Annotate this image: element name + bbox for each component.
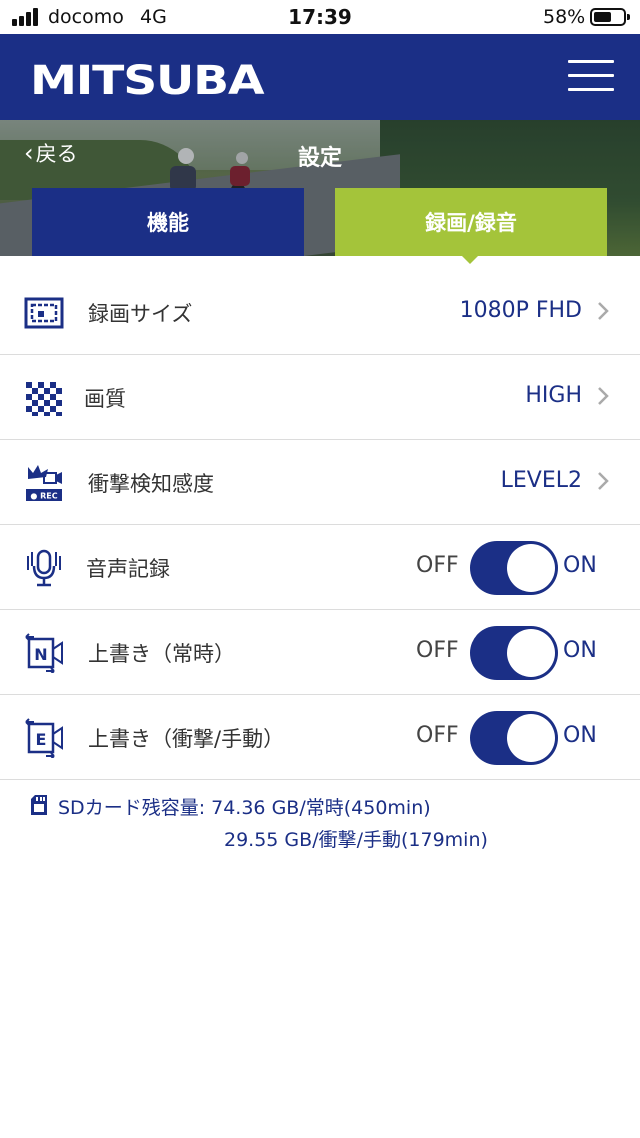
recording-size-label: 録画サイズ [88, 302, 193, 326]
tab-functions[interactable]: 機能 [32, 188, 304, 256]
sd-remaining-line-event: 29.55 GB/衝撃/手動(179min) [224, 829, 488, 851]
toggle-on-label: ON [563, 638, 597, 663]
audio-recording-label: 音声記録 [86, 557, 170, 581]
overwrite-normal-icon: N [25, 633, 63, 673]
overwrite-event-icon: E [25, 718, 63, 758]
impact-rec-icon-text: ● REC [30, 492, 57, 501]
toggle-on-label: ON [563, 553, 597, 578]
impact-rec-icon: ● REC [26, 465, 62, 501]
microphone-icon [27, 549, 61, 587]
setting-row-impact-sensitivity[interactable]: ● REC 衝撃検知感度 LEVEL2 [0, 440, 640, 525]
impact-sensitivity-value: LEVEL2 [500, 468, 582, 493]
sd-remaining-line-normal: SDカード残容量: 74.36 GB/常時(450min) [58, 797, 431, 819]
tab-recording[interactable]: 録画/録音 [335, 188, 607, 256]
overwrite-normal-label: 上書き（常時） [88, 642, 235, 666]
overwrite-event-toggle[interactable] [470, 711, 558, 765]
toggle-off-label: OFF [416, 553, 459, 578]
toggle-off-label: OFF [416, 638, 459, 663]
svg-text:N: N [34, 645, 47, 664]
overwrite-event-label: 上書き（衝撃/手動） [88, 727, 285, 751]
setting-row-overwrite-event: E 上書き（衝撃/手動） OFF ON [0, 695, 640, 780]
chevron-right-icon [598, 302, 609, 320]
toggle-off-label: OFF [416, 723, 459, 748]
status-bar: docomo 4G 17:39 58% [0, 0, 640, 34]
active-tab-indicator [461, 255, 479, 264]
toggle-knob [507, 629, 555, 677]
mitsuba-logo: MITSUBA [30, 58, 264, 104]
svg-text:E: E [36, 730, 47, 749]
checkerboard-quality-icon [26, 382, 62, 416]
battery-icon [590, 8, 630, 26]
app-header: MITSUBA [0, 34, 640, 120]
quality-label: 画質 [84, 387, 126, 411]
battery-percent: 58% [543, 6, 586, 28]
sd-card-icon [31, 795, 47, 815]
video-size-icon [24, 297, 64, 329]
hamburger-menu-icon[interactable] [568, 58, 616, 94]
setting-row-recording-size[interactable]: 録画サイズ 1080P FHD [0, 270, 640, 355]
toggle-on-label: ON [563, 723, 597, 748]
chevron-right-icon [598, 472, 609, 490]
toggle-knob [507, 714, 555, 762]
impact-sensitivity-label: 衝撃検知感度 [88, 472, 214, 496]
setting-row-overwrite-normal: N 上書き（常時） OFF ON [0, 610, 640, 695]
recording-size-value: 1080P FHD [459, 298, 582, 323]
page-title: 設定 [297, 146, 342, 171]
setting-row-quality[interactable]: 画質 HIGH [0, 355, 640, 440]
toggle-knob [507, 544, 555, 592]
quality-value: HIGH [525, 383, 582, 408]
setting-row-audio-recording: 音声記録 OFF ON [0, 525, 640, 610]
audio-recording-toggle[interactable] [470, 541, 558, 595]
chevron-right-icon [598, 387, 609, 405]
overwrite-normal-toggle[interactable] [470, 626, 558, 680]
